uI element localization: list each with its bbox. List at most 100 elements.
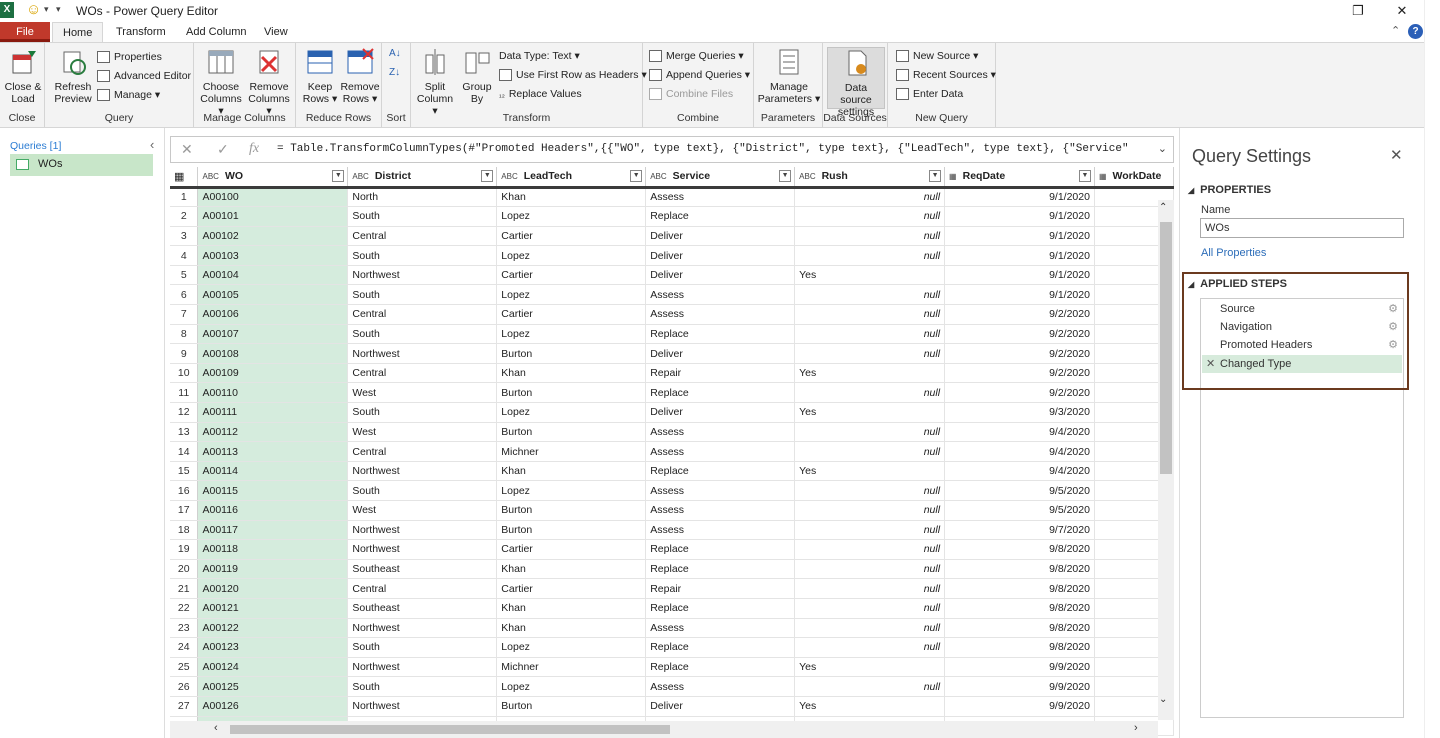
table-cell[interactable]: Assess — [645, 500, 796, 521]
help-icon[interactable]: ? — [1408, 24, 1423, 39]
filter-dropdown-icon[interactable]: ▼ — [1078, 170, 1091, 182]
table-cell[interactable]: Replace — [645, 461, 796, 482]
scroll-down-icon[interactable]: ⌄ — [1159, 694, 1167, 705]
table-cell[interactable]: Replace — [645, 206, 796, 227]
sort-ascending-icon[interactable]: A↓ — [389, 48, 401, 59]
table-cell[interactable]: 9/1/2020 — [944, 206, 1095, 227]
cancel-formula-icon[interactable]: ✕ — [181, 141, 193, 158]
keep-rows-button[interactable]: Keep Rows ▾ — [300, 47, 340, 105]
sort-descending-icon[interactable]: Z↓ — [389, 67, 400, 78]
table-cell[interactable]: Lopez — [496, 637, 647, 658]
table-cell[interactable]: A00126 — [197, 696, 349, 717]
table-cell[interactable]: A00122 — [197, 618, 349, 639]
table-cell[interactable]: A00123 — [197, 637, 349, 658]
dropdown-arrow-icon[interactable]: ▾ — [44, 4, 49, 15]
table-cell[interactable]: Replace — [645, 657, 796, 678]
column-header[interactable]: ABC LeadTech ▼ — [496, 167, 647, 189]
table-cell[interactable]: 9/2/2020 — [944, 363, 1095, 384]
table-cell[interactable]: A00103 — [197, 245, 349, 266]
split-column-button[interactable]: Split Column ▾ — [415, 47, 455, 117]
table-cell[interactable]: Yes — [794, 265, 946, 286]
scroll-left-icon[interactable]: ‹ — [214, 722, 218, 734]
table-cell[interactable]: null — [794, 480, 946, 501]
table-cell[interactable]: null — [794, 618, 946, 639]
table-menu-icon[interactable]: ▦ — [170, 167, 199, 189]
table-cell[interactable]: 9/8/2020 — [944, 559, 1095, 580]
filter-dropdown-icon[interactable]: ▼ — [929, 170, 942, 182]
table-cell[interactable]: 9/5/2020 — [944, 480, 1095, 501]
table-cell[interactable]: Cartier — [496, 304, 647, 325]
table-cell[interactable]: null — [794, 441, 946, 462]
table-cell[interactable]: A00104 — [197, 265, 349, 286]
table-cell[interactable]: A00124 — [197, 657, 349, 678]
properties-heading[interactable]: ◢ PROPERTIES — [1188, 184, 1271, 196]
table-cell[interactable]: Cartier — [496, 578, 647, 599]
table-cell[interactable]: Lopez — [496, 245, 647, 266]
replace-values-button[interactable]: ₁₂ Replace Values — [499, 85, 582, 103]
table-cell[interactable]: Cartier — [496, 226, 647, 247]
horizontal-scroll-thumb[interactable] — [230, 725, 670, 734]
table-cell[interactable]: 9/9/2020 — [944, 676, 1095, 697]
table-cell[interactable]: null — [794, 304, 946, 325]
table-cell[interactable]: Khan — [496, 598, 647, 619]
table-cell[interactable]: 9/8/2020 — [944, 578, 1095, 599]
table-cell[interactable]: null — [794, 187, 946, 208]
query-item-wos[interactable]: WOs — [10, 154, 153, 176]
table-cell[interactable]: West — [347, 500, 498, 521]
table-cell[interactable]: Michner — [496, 441, 647, 462]
table-cell[interactable]: Deliver — [645, 343, 796, 364]
table-cell[interactable]: null — [794, 343, 946, 364]
table-cell[interactable]: Khan — [496, 187, 647, 208]
table-cell[interactable]: Khan — [496, 461, 647, 482]
table-cell[interactable]: Northwest — [347, 539, 498, 560]
type-icon[interactable]: ABC — [501, 172, 517, 181]
table-cell[interactable]: 9/8/2020 — [944, 539, 1095, 560]
table-cell[interactable]: Repair — [645, 363, 796, 384]
table-cell[interactable]: A00107 — [197, 324, 349, 345]
table-cell[interactable]: Repair — [645, 578, 796, 599]
table-cell[interactable]: null — [794, 559, 946, 580]
table-cell[interactable]: A00106 — [197, 304, 349, 325]
close-load-button[interactable]: Close & Load — [3, 47, 43, 105]
name-field[interactable] — [1200, 218, 1404, 238]
table-cell[interactable]: Assess — [645, 676, 796, 697]
table-cell[interactable]: A00112 — [197, 422, 349, 443]
table-cell[interactable]: Southeast — [347, 559, 498, 580]
data-type-dropdown[interactable]: Data Type: Text ▾ — [499, 47, 580, 65]
table-cell[interactable]: Replace — [645, 637, 796, 658]
table-cell[interactable]: Khan — [496, 618, 647, 639]
type-icon[interactable]: ABC — [352, 172, 368, 181]
table-cell[interactable]: Burton — [496, 696, 647, 717]
table-cell[interactable]: Southeast — [347, 598, 498, 619]
filter-dropdown-icon[interactable]: ▼ — [481, 170, 494, 182]
table-cell[interactable]: null — [794, 226, 946, 247]
filter-dropdown-icon[interactable]: ▼ — [332, 170, 345, 182]
smiley-icon[interactable]: ☺ — [26, 1, 41, 19]
type-icon[interactable]: ABC — [202, 172, 218, 181]
tab-view[interactable]: View — [254, 22, 298, 42]
table-cell[interactable]: null — [794, 324, 946, 345]
table-cell[interactable]: 9/1/2020 — [944, 226, 1095, 247]
column-header[interactable]: ▦ WorkDate — [1094, 167, 1174, 189]
table-cell[interactable]: Central — [347, 226, 498, 247]
table-cell[interactable]: Central — [347, 578, 498, 599]
expand-formula-icon[interactable]: ⌄ — [1158, 142, 1167, 155]
choose-columns-button[interactable]: Choose Columns ▾ — [198, 47, 244, 117]
table-cell[interactable]: Assess — [645, 480, 796, 501]
close-window-button[interactable]: ✕ — [1387, 2, 1417, 20]
table-cell[interactable]: 9/1/2020 — [944, 245, 1095, 266]
table-cell[interactable]: 9/2/2020 — [944, 382, 1095, 404]
type-icon[interactable]: ▦ — [1099, 172, 1107, 181]
formula-text[interactable]: = Table.TransformColumnTypes(#"Promoted … — [277, 143, 1127, 155]
table-cell[interactable]: null — [794, 637, 946, 658]
table-cell[interactable]: null — [794, 206, 946, 227]
table-cell[interactable]: Replace — [645, 598, 796, 619]
table-cell[interactable]: Lopez — [496, 206, 647, 227]
table-cell[interactable]: Central — [347, 304, 498, 325]
combine-files-button[interactable]: Combine Files — [649, 85, 733, 103]
table-cell[interactable]: South — [347, 206, 498, 227]
tab-add-column[interactable]: Add Column — [176, 22, 257, 42]
table-cell[interactable]: A00100 — [197, 187, 349, 208]
table-cell[interactable]: null — [794, 284, 946, 306]
refresh-preview-button[interactable]: Refresh Preview — [51, 47, 95, 105]
